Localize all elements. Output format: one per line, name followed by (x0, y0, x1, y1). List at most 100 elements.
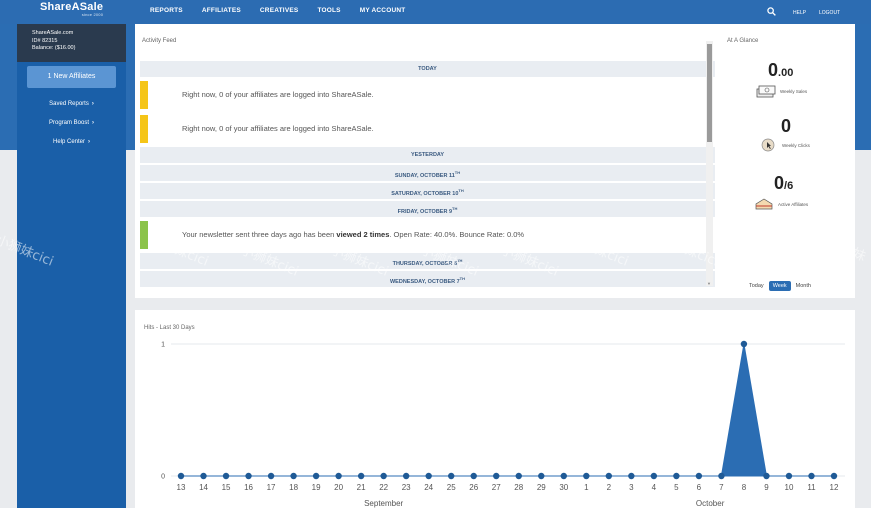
activity-feed[interactable]: TODAY Right now, 0 of your affiliates ar… (140, 61, 715, 287)
data-point (718, 472, 725, 480)
y-tick-label: 0 (161, 474, 165, 481)
logout-link[interactable]: LOGOUT (819, 10, 840, 16)
x-tick-label: 11 (807, 483, 816, 492)
x-tick-label: 25 (447, 483, 456, 492)
data-point (425, 472, 432, 480)
x-tick-label: 5 (674, 483, 679, 492)
x-tick-label: 19 (312, 483, 321, 492)
feed-item: Right now, 0 of your affiliates are logg… (140, 79, 715, 111)
date-header-yesterday: YESTERDAY (140, 147, 715, 163)
data-point (448, 472, 455, 480)
at-a-glance-title: At A Glance (727, 38, 759, 44)
weekly-sales-label: Weekly Sales (780, 88, 808, 94)
chevron-right-icon: › (92, 120, 95, 126)
nav-reports[interactable]: REPORTS (150, 7, 183, 14)
weekly-clicks: Weekly Clicks (758, 138, 810, 152)
scroll-down-icon[interactable]: ▼ (707, 281, 711, 286)
nav-my-account[interactable]: MY ACCOUNT (360, 7, 406, 14)
account-name: ShareASale.com (32, 30, 74, 36)
feed-item: Your newsletter sent three days ago has … (140, 219, 715, 251)
data-point (740, 340, 748, 348)
data-point (515, 472, 522, 480)
x-tick-label: 6 (697, 483, 702, 492)
month-label: October (696, 499, 725, 508)
x-tick-label: 15 (222, 483, 231, 492)
weekly-sales: Weekly Sales (756, 84, 807, 98)
x-tick-label: 2 (607, 483, 612, 492)
account-balance: Balance: ($16.00) (32, 45, 76, 51)
nav-tools[interactable]: TOOLS (317, 7, 340, 14)
data-point (763, 472, 770, 480)
data-point (830, 472, 838, 480)
data-point (222, 472, 230, 480)
data-point (605, 472, 613, 480)
period-today[interactable]: Today (749, 283, 764, 289)
active-affiliates: Active Affiliates (754, 197, 808, 211)
cake-icon (755, 198, 773, 210)
x-tick-label: 7 (719, 483, 724, 492)
series-area (181, 343, 834, 477)
sidebar-item-saved-reports[interactable]: Saved Reports › (17, 101, 126, 107)
help-link[interactable]: HELP (793, 10, 806, 16)
x-tick-label: 22 (379, 483, 388, 492)
x-tick-label: 1 (584, 483, 589, 492)
x-tick-label: 4 (652, 483, 657, 492)
sidebar-item-help-center[interactable]: Help Center › (17, 139, 126, 145)
x-tick-label: 20 (334, 483, 343, 492)
data-point (290, 472, 297, 480)
active-affiliates-value: 0/6 (774, 173, 794, 193)
logo[interactable]: ShareASale since 2000 (40, 1, 103, 17)
weekly-clicks-value: 0 (781, 116, 792, 136)
x-tick-label: 13 (177, 483, 186, 492)
data-point (470, 472, 477, 480)
period-week[interactable]: Week (768, 281, 791, 291)
feed-scrollbar[interactable]: ▼ (706, 41, 713, 286)
account-info: ShareASale.com ID# 82315 Balance: ($16.0… (17, 24, 126, 62)
yellow-bar (140, 81, 148, 109)
data-point (560, 472, 567, 480)
money-icon (756, 85, 776, 98)
account-id: ID# 82315 (32, 37, 58, 44)
data-point (650, 472, 658, 480)
sidebar: ShareASale.com ID# 82315 Balance: ($16.0… (17, 24, 126, 508)
hits-chart: 0113 14 15 16 17 18 19 20 21 22 23 24 25 26 27 28 29 30 1 2… (161, 340, 845, 508)
x-tick-label: 9 (764, 483, 769, 492)
date-header: SUNDAY, OCTOBER 11TH (140, 165, 715, 181)
hits-chart-panel: Hits - Last 30 Days 0 1 13 14 15 16 17 18 19 20 21… (135, 310, 855, 508)
chevron-right-icon: › (88, 139, 90, 145)
date-header: THURSDAY, OCTOBER 8TH (140, 253, 715, 269)
data-point (695, 472, 703, 480)
x-tick-label: 30 (559, 483, 568, 492)
scrollbar-thumb[interactable] (707, 44, 712, 142)
x-tick-label: 18 (289, 483, 298, 492)
yellow-bar (140, 115, 148, 143)
data-point (267, 472, 275, 480)
x-tick-label: 12 (830, 483, 839, 492)
date-header: SATURDAY, OCTOBER 10TH (140, 183, 715, 199)
nav-affiliates[interactable]: AFFILIATES (202, 7, 241, 14)
x-tick-label: 26 (469, 483, 478, 492)
chevron-right-icon: › (91, 101, 94, 107)
x-tick-label: 17 (267, 483, 276, 492)
data-point (200, 472, 207, 480)
y-tick-label: 1 (161, 342, 165, 349)
x-tick-label: 24 (424, 483, 433, 492)
nav-creatives[interactable]: CREATIVES (260, 7, 299, 14)
period-month[interactable]: Month (796, 283, 811, 289)
x-tick-label: 23 (402, 483, 411, 492)
data-point (380, 472, 387, 480)
data-point (335, 472, 342, 480)
weekly-sales-value: 0.00 (768, 60, 794, 80)
sidebar-item-program-boost[interactable]: Program Boost › (17, 120, 126, 126)
new-affiliates-button[interactable]: 1 New Affiliates (27, 66, 116, 88)
main-nav: REPORTS AFFILIATES CREATIVES TOOLS MY AC… (150, 7, 424, 14)
search-icon[interactable] (767, 7, 776, 16)
activity-panel: Activity Feed TODAY Right now, 0 of your… (135, 24, 855, 298)
data-point (493, 472, 500, 480)
mouse-cursor-icon (761, 138, 775, 152)
data-point (245, 472, 252, 480)
feed-item: Right now, 0 of your affiliates are logg… (140, 113, 715, 145)
x-tick-label: 21 (357, 483, 366, 492)
data-point (312, 472, 320, 480)
data-point (402, 472, 410, 480)
